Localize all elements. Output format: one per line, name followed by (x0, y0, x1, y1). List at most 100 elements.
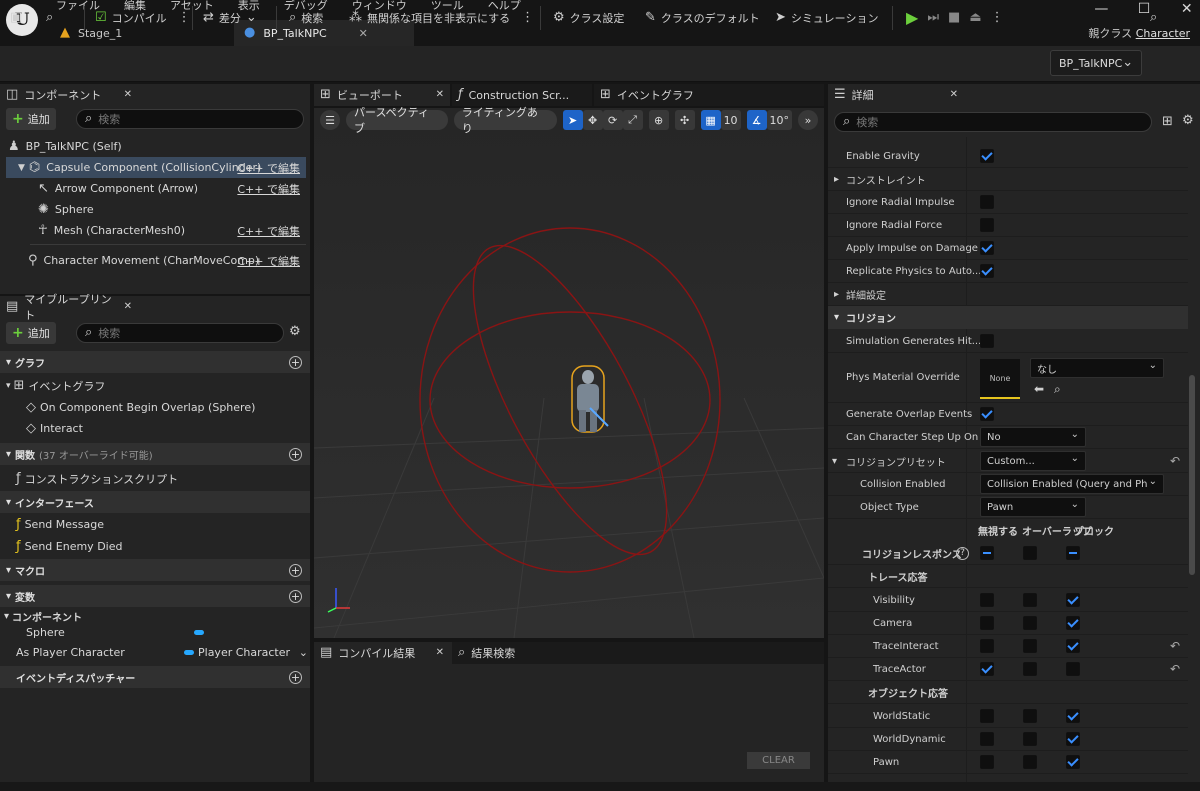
components-search[interactable]: ⌕ 検索 (76, 109, 304, 129)
section-dispatchers[interactable]: イベントディスパッチャー + (0, 666, 310, 688)
close-tab-icon[interactable]: ✕ (124, 88, 132, 102)
details-scrollbar[interactable] (1189, 375, 1195, 575)
select-tool-icon[interactable]: ➤ (562, 110, 583, 130)
add-macro-icon[interactable]: + (289, 563, 302, 577)
overlap-checkbox[interactable] (1023, 639, 1037, 653)
more-options-icon[interactable]: ⋮ (178, 11, 191, 25)
browse-icon[interactable]: ⌕ (1054, 382, 1061, 397)
scale-tool-icon[interactable]: ⤢ (622, 110, 643, 130)
block-checkbox[interactable] (1066, 593, 1080, 607)
reset-to-default-icon[interactable]: ↶ (1170, 639, 1180, 653)
apply-impulse-checkbox[interactable] (980, 241, 994, 255)
construction-script-item[interactable]: ƒ コンストラクションスクリプト (16, 468, 306, 489)
stop-icon[interactable]: ■ (948, 11, 960, 25)
close-tab-icon[interactable]: ✕ (124, 300, 132, 314)
angle-value[interactable]: 10° (766, 110, 792, 130)
eject-icon[interactable]: ⏏ (969, 11, 981, 25)
world-local-icon[interactable]: ⊕ (648, 110, 669, 130)
component-item-capsule[interactable]: ▼ ⌬ Capsule Component (CollisionCylinder… (6, 157, 306, 178)
details-search[interactable]: ⌕ 検索 (834, 112, 1152, 132)
debug-object-dropdown[interactable]: BP_TalkNPC ⌄ (1050, 50, 1142, 76)
minimize-icon[interactable]: — (1094, 0, 1109, 18)
class-settings-button[interactable]: ⚙ クラス設定 (553, 6, 624, 30)
viewport-menu-icon[interactable]: ☰ (320, 110, 340, 130)
viewport-canvas[interactable] (314, 108, 824, 638)
use-selected-icon[interactable]: ⬅ (1034, 382, 1044, 396)
interface-item[interactable]: ƒ Send Message (16, 514, 306, 535)
close-tab-icon[interactable]: ✕ (436, 88, 444, 102)
ignore-checkbox[interactable] (980, 662, 994, 676)
reset-to-default-icon[interactable]: ↶ (1170, 454, 1180, 468)
grid-size-value[interactable]: 10 (720, 110, 741, 130)
row-constraints[interactable]: ▸ コンストレイント (828, 168, 1188, 191)
hide-unrelated-button[interactable]: ⁂ 無関係な項目を非表示にする ⋮ (349, 6, 534, 30)
event-item[interactable]: ◇ On Component Begin Overlap (Sphere) (26, 397, 306, 418)
close-tab-icon[interactable]: ✕ (436, 646, 444, 660)
debug-browse-button[interactable]: ⌕ (1150, 6, 1157, 30)
add-variable-icon[interactable]: + (289, 589, 302, 603)
edit-in-cpp-link[interactable]: C++ で編集 (237, 223, 300, 239)
component-root[interactable]: ♟ BP_TalkNPC (Self) (0, 136, 310, 157)
more-options-icon[interactable]: ⋮ (521, 11, 534, 25)
variable-sphere[interactable]: Sphere (26, 622, 306, 643)
replicate-physics-checkbox[interactable] (980, 264, 994, 278)
ignore-checkbox[interactable] (980, 639, 994, 653)
overlap-checkbox[interactable] (1023, 709, 1037, 723)
perspective-button[interactable]: パースペクティブ (346, 106, 448, 135)
ignore-all-checkbox[interactable] (980, 546, 994, 560)
section-variables[interactable]: ▾ 変数 + (0, 585, 310, 607)
save-button[interactable]: ▣ (10, 6, 22, 30)
collision-enabled-dropdown[interactable]: Collision Enabled (Query and Physics) ⌄ (980, 474, 1164, 494)
overlap-checkbox[interactable] (1023, 593, 1037, 607)
ignore-checkbox[interactable] (980, 616, 994, 630)
section-graphs[interactable]: ▾ グラフ + (0, 351, 310, 373)
tab-find-results[interactable]: ⌕ 結果検索 (452, 642, 824, 664)
close-icon[interactable]: ✕ (1179, 0, 1194, 18)
overlap-all-checkbox[interactable] (1023, 546, 1037, 560)
add-function-icon[interactable]: + (289, 447, 302, 461)
class-defaults-button[interactable]: ✎ クラスのデフォルト (645, 6, 760, 30)
expand-toolbar-icon[interactable]: » (798, 110, 818, 130)
play-icon[interactable]: ▶ (906, 10, 918, 26)
collision-preset-dropdown[interactable]: Custom... ⌄ (980, 451, 1086, 471)
gear-icon[interactable]: ⚙ (289, 325, 301, 339)
simulation-button[interactable]: ➤ シミュレーション (775, 6, 878, 30)
translate-tool-icon[interactable]: ✥ (582, 110, 603, 130)
menu-file[interactable]: ファイル (56, 0, 100, 14)
overlap-checkbox[interactable] (1023, 616, 1037, 630)
angle-snap-icon[interactable]: ∡ (746, 110, 767, 130)
generate-overlap-checkbox[interactable] (980, 407, 994, 421)
interface-item[interactable]: ƒ Send Enemy Died (16, 536, 306, 557)
myblueprint-search[interactable]: ⌕ 検索 (76, 323, 284, 343)
tab-compile-results[interactable]: ▤ コンパイル結果 ✕ (314, 642, 450, 664)
edit-in-cpp-link[interactable]: C++ で編集 (237, 160, 300, 176)
tab-event-graph[interactable]: ⊞ イベントグラフ (594, 84, 824, 106)
block-all-checkbox[interactable] (1066, 546, 1080, 560)
find-button[interactable]: ⌕ 検索 (289, 6, 323, 30)
section-macros[interactable]: ▾ マクロ + (0, 559, 310, 581)
variable-player-character[interactable]: As Player Character Player Character ⌄ (16, 642, 308, 663)
edit-in-cpp-link[interactable]: C++ で編集 (237, 181, 300, 197)
parent-class-link[interactable]: Character (1136, 27, 1190, 40)
compile-button[interactable]: ☑ コンパイル ⋮ (95, 6, 191, 30)
ignore-checkbox[interactable] (980, 709, 994, 723)
ignore-radial-impulse-checkbox[interactable] (980, 195, 994, 209)
ignore-radial-force-checkbox[interactable] (980, 218, 994, 232)
add-component-button[interactable]: + 追加 (6, 108, 56, 130)
ignore-checkbox[interactable] (980, 755, 994, 769)
section-collision[interactable]: ▾ コリジョン (828, 306, 1188, 329)
diff-button[interactable]: ⇄ 差分 ⌄ (203, 6, 257, 30)
grid-snap-icon[interactable]: ▦ (700, 110, 721, 130)
close-tab-icon[interactable]: ✕ (950, 88, 958, 102)
material-thumbnail[interactable]: None (980, 359, 1020, 399)
browse-button[interactable]: ⌕ (46, 6, 53, 30)
object-type-dropdown[interactable]: Pawn ⌄ (980, 497, 1086, 517)
tab-construction-script[interactable]: ƒ Construction Scr... (452, 84, 592, 106)
edit-in-cpp-link[interactable]: C++ で編集 (237, 253, 300, 269)
event-graph-item[interactable]: ▾ ⊞ イベントグラフ (6, 375, 306, 396)
overlap-checkbox[interactable] (1023, 662, 1037, 676)
add-member-button[interactable]: + 追加 (6, 322, 56, 344)
sim-generates-hit-checkbox[interactable] (980, 334, 994, 348)
phys-material-dropdown[interactable]: なし ⌄ (1030, 358, 1164, 378)
details-tab[interactable]: ☰ 詳細 ✕ (828, 84, 964, 106)
